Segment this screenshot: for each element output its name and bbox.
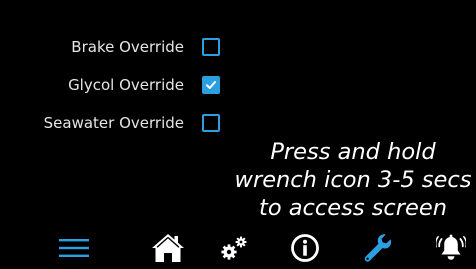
checkmark-icon: [206, 81, 216, 89]
home-button[interactable]: [148, 226, 188, 269]
instruction-line-3: to access screen: [259, 195, 447, 221]
wrench-button[interactable]: [360, 226, 396, 269]
settings-button[interactable]: [218, 226, 250, 269]
alarm-button[interactable]: [434, 226, 468, 269]
home-icon: [152, 233, 184, 262]
glycol-override-row[interactable]: Glycol Override: [68, 74, 220, 96]
instruction-line-2: wrench icon 3-5 secs: [234, 167, 472, 193]
menu-icon: [59, 238, 89, 257]
seawater-override-row[interactable]: Seawater Override: [44, 112, 220, 134]
seawater-override-label: Seawater Override: [43, 114, 184, 132]
brake-override-checkbox[interactable]: [202, 38, 220, 56]
bottom-nav-bar: [0, 226, 476, 269]
brake-override-label: Brake Override: [71, 38, 184, 56]
brake-override-row[interactable]: Brake Override: [71, 36, 220, 58]
instruction-line-1: Press and hold: [270, 139, 436, 165]
gears-icon: [221, 236, 247, 260]
glycol-override-checkbox[interactable]: [202, 76, 220, 94]
info-button[interactable]: [288, 226, 322, 269]
seawater-override-checkbox[interactable]: [202, 114, 220, 132]
info-icon: [291, 233, 319, 262]
glycol-override-label: Glycol Override: [68, 76, 184, 94]
instruction-text: Press and hold wrench icon 3-5 secs to a…: [232, 138, 474, 222]
menu-button[interactable]: [56, 226, 92, 269]
alarm-bell-icon: [436, 234, 466, 260]
wrench-icon: [364, 233, 392, 262]
